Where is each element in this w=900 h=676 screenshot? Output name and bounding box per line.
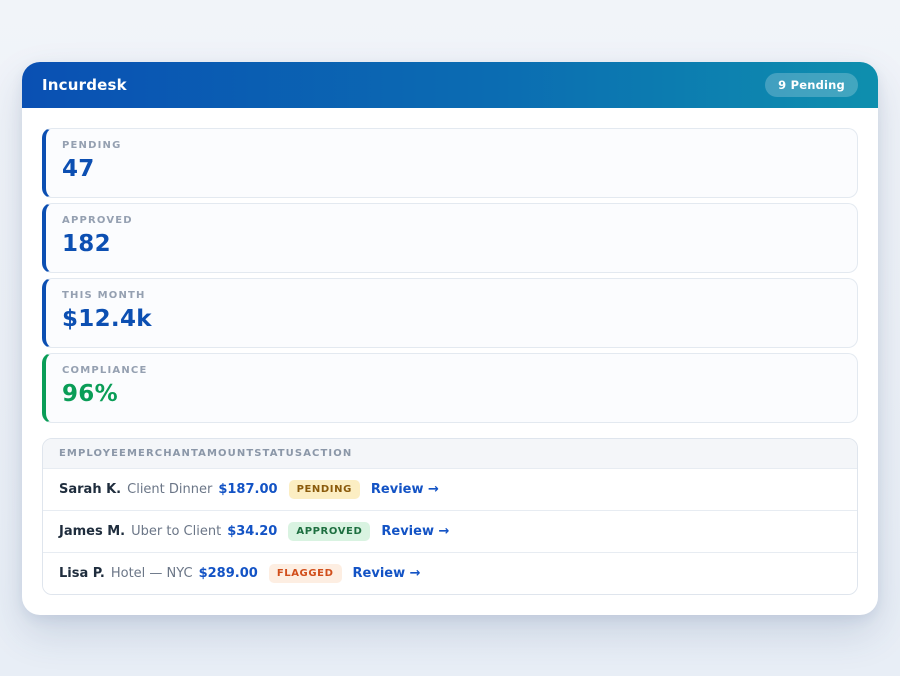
stat-card-compliance: COMPLIANCE 96% [42,353,858,423]
column-header-action: ACTION [303,448,352,459]
expense-row: Sarah K. Client Dinner $187.00 PENDING R… [43,469,857,510]
app-card: Incurdesk 9 Pending PENDING 47 APPROVED … [22,62,878,615]
stat-card-pending: PENDING 47 [42,128,858,198]
pending-count-badge: 9 Pending [765,73,858,97]
expense-amount: $289.00 [199,566,258,581]
stat-label: PENDING [62,140,841,151]
stat-value: 182 [62,231,841,257]
merchant-name: Uber to Client [131,524,221,539]
stat-label: APPROVED [62,215,841,226]
review-link[interactable]: Review → [381,524,449,539]
stat-label: COMPLIANCE [62,365,841,376]
stat-card-this-month: THIS MONTH $12.4k [42,278,858,348]
stat-value: $12.4k [62,306,841,332]
employee-name: Sarah K. [59,482,121,497]
expense-row: Lisa P. Hotel — NYC $289.00 FLAGGED Revi… [43,552,857,594]
table-header-row: EMPLOYEEMERCHANTAMOUNTSTATUSACTION [43,439,857,469]
app-header: Incurdesk 9 Pending [22,62,878,108]
stat-card-approved: APPROVED 182 [42,203,858,273]
review-link[interactable]: Review → [371,482,439,497]
expense-table: EMPLOYEEMERCHANTAMOUNTSTATUSACTION Sarah… [42,438,858,595]
main-content: PENDING 47 APPROVED 182 THIS MONTH $12.4… [22,108,878,615]
expense-row: James M. Uber to Client $34.20 APPROVED … [43,510,857,552]
column-header-status: STATUS [254,448,303,459]
column-header-employee: EMPLOYEE [59,448,127,459]
status-badge: FLAGGED [269,564,342,583]
stat-label: THIS MONTH [62,290,841,301]
column-header-merchant: MERCHANT [127,448,198,459]
employee-name: James M. [59,524,125,539]
stat-value: 47 [62,156,841,182]
stat-value: 96% [62,381,841,407]
page-background: Incurdesk 9 Pending PENDING 47 APPROVED … [0,0,900,676]
app-title: Incurdesk [42,76,127,94]
review-link[interactable]: Review → [353,566,421,581]
expense-amount: $187.00 [218,482,277,497]
merchant-name: Hotel — NYC [111,566,193,581]
status-badge: PENDING [289,480,360,499]
merchant-name: Client Dinner [127,482,212,497]
employee-name: Lisa P. [59,566,105,581]
column-header-amount: AMOUNT [198,448,254,459]
status-badge: APPROVED [288,522,370,541]
expense-amount: $34.20 [227,524,277,539]
